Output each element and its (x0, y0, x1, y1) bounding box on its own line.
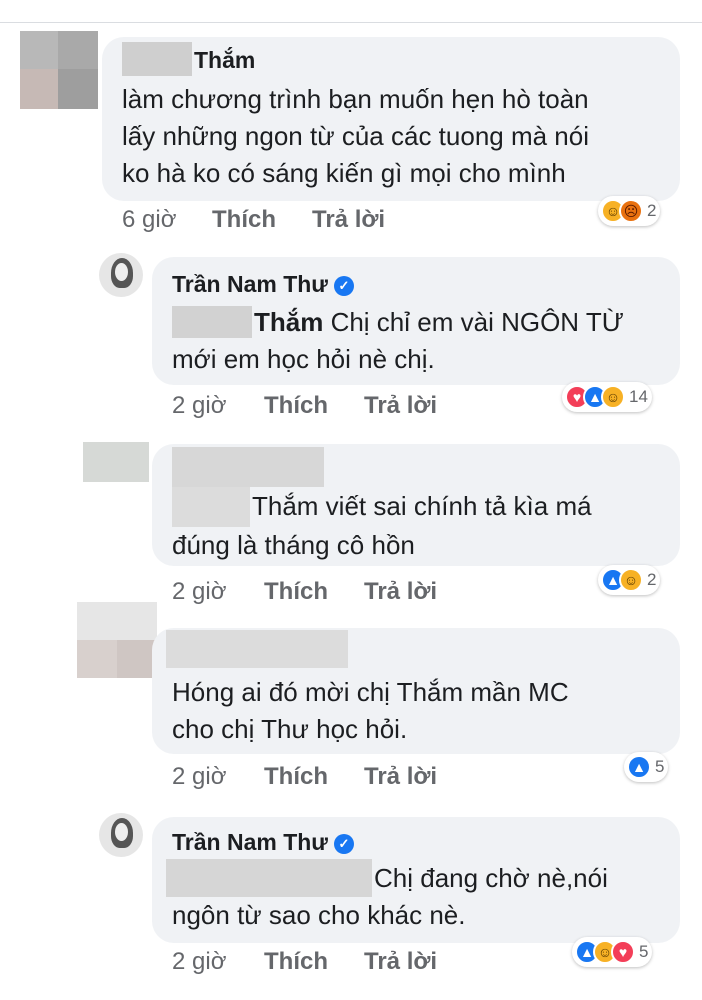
reaction-summary[interactable]: ▲ 5 (624, 752, 669, 782)
blurred-mention (166, 859, 372, 897)
reaction-count: 5 (655, 757, 665, 776)
comment-text-line: ko hà ko có sáng kiến gì mọi cho mình (122, 158, 566, 188)
like-link[interactable]: Thích (264, 948, 328, 976)
blurred-name (122, 42, 192, 76)
reaction-count: 14 (629, 387, 648, 406)
like-icon: ▲ (627, 755, 651, 779)
blurred-mention (172, 487, 250, 527)
haha-icon: ☺ (601, 385, 625, 409)
love-icon: ♥ (611, 940, 635, 964)
mention-tag[interactable]: Thắm (254, 307, 323, 337)
comment-text-line: đúng là tháng cô hồn (172, 530, 415, 560)
timestamp[interactable]: 2 giờ (172, 578, 226, 606)
reaction-summary[interactable]: ▲ ☺ ♥ 5 (572, 937, 653, 967)
comment-text-line: làm chương trình bạn muốn hẹn hò toàn (122, 84, 589, 114)
reply-link[interactable]: Trả lời (364, 948, 437, 976)
comment-text-line: Hóng ai đó mời chị Thắm mần MC (172, 677, 569, 707)
reply-link[interactable]: Trả lời (364, 578, 437, 606)
avatar[interactable] (77, 602, 157, 678)
comment-text-line: Thắm viết sai chính tả kìa má (252, 491, 592, 521)
like-link[interactable]: Thích (264, 763, 328, 791)
angry-icon: ☹ (619, 199, 643, 223)
avatar[interactable] (20, 31, 98, 109)
timestamp[interactable]: 2 giờ (172, 948, 226, 976)
comment-text-line: lấy những ngon từ của các tuong mà nói (122, 121, 589, 151)
haha-icon: ☺ (619, 568, 643, 592)
like-link[interactable]: Thích (212, 206, 276, 234)
reaction-count: 2 (647, 570, 657, 589)
reaction-summary[interactable]: ▲ ☺ 2 (598, 565, 661, 595)
blurred-name (166, 630, 348, 668)
comment-text-line: cho chị Thư học hỏi. (172, 714, 408, 744)
reaction-count: 5 (639, 942, 649, 961)
timestamp[interactable]: 2 giờ (172, 763, 226, 791)
like-link[interactable]: Thích (264, 578, 328, 606)
avatar[interactable] (99, 813, 143, 857)
comment-text-line: Thắm Chị chỉ em vài NGÔN TỪ (254, 307, 624, 337)
reaction-count: 2 (647, 201, 657, 220)
verified-icon: ✓ (333, 834, 354, 854)
avatar[interactable] (83, 442, 149, 482)
blurred-mention (172, 306, 252, 338)
commenter-name[interactable]: Trần Nam Thư ✓ (172, 829, 354, 856)
reaction-summary[interactable]: ♥ ▲ ☺ 14 (562, 382, 652, 412)
reply-link[interactable]: Trả lời (364, 392, 437, 420)
timestamp[interactable]: 6 giờ (122, 206, 176, 234)
commenter-name[interactable]: Trần Nam Thư ✓ (172, 271, 354, 298)
like-link[interactable]: Thích (264, 392, 328, 420)
avatar[interactable] (99, 253, 143, 297)
blurred-name (172, 447, 324, 487)
reply-link[interactable]: Trả lời (364, 763, 437, 791)
comment-text-line: ngôn từ sao cho khác nè. (172, 900, 466, 930)
reaction-summary[interactable]: ☺ ☹ 2 (598, 196, 661, 226)
top-divider (0, 22, 702, 23)
commenter-name[interactable]: Thắm (194, 47, 255, 74)
reply-link[interactable]: Trả lời (312, 206, 385, 234)
verified-icon: ✓ (333, 276, 354, 296)
comment-text-line: Chị đang chờ nè,nói (374, 863, 608, 893)
timestamp[interactable]: 2 giờ (172, 392, 226, 420)
comment-text-line: mới em học hỏi nè chị. (172, 344, 435, 374)
